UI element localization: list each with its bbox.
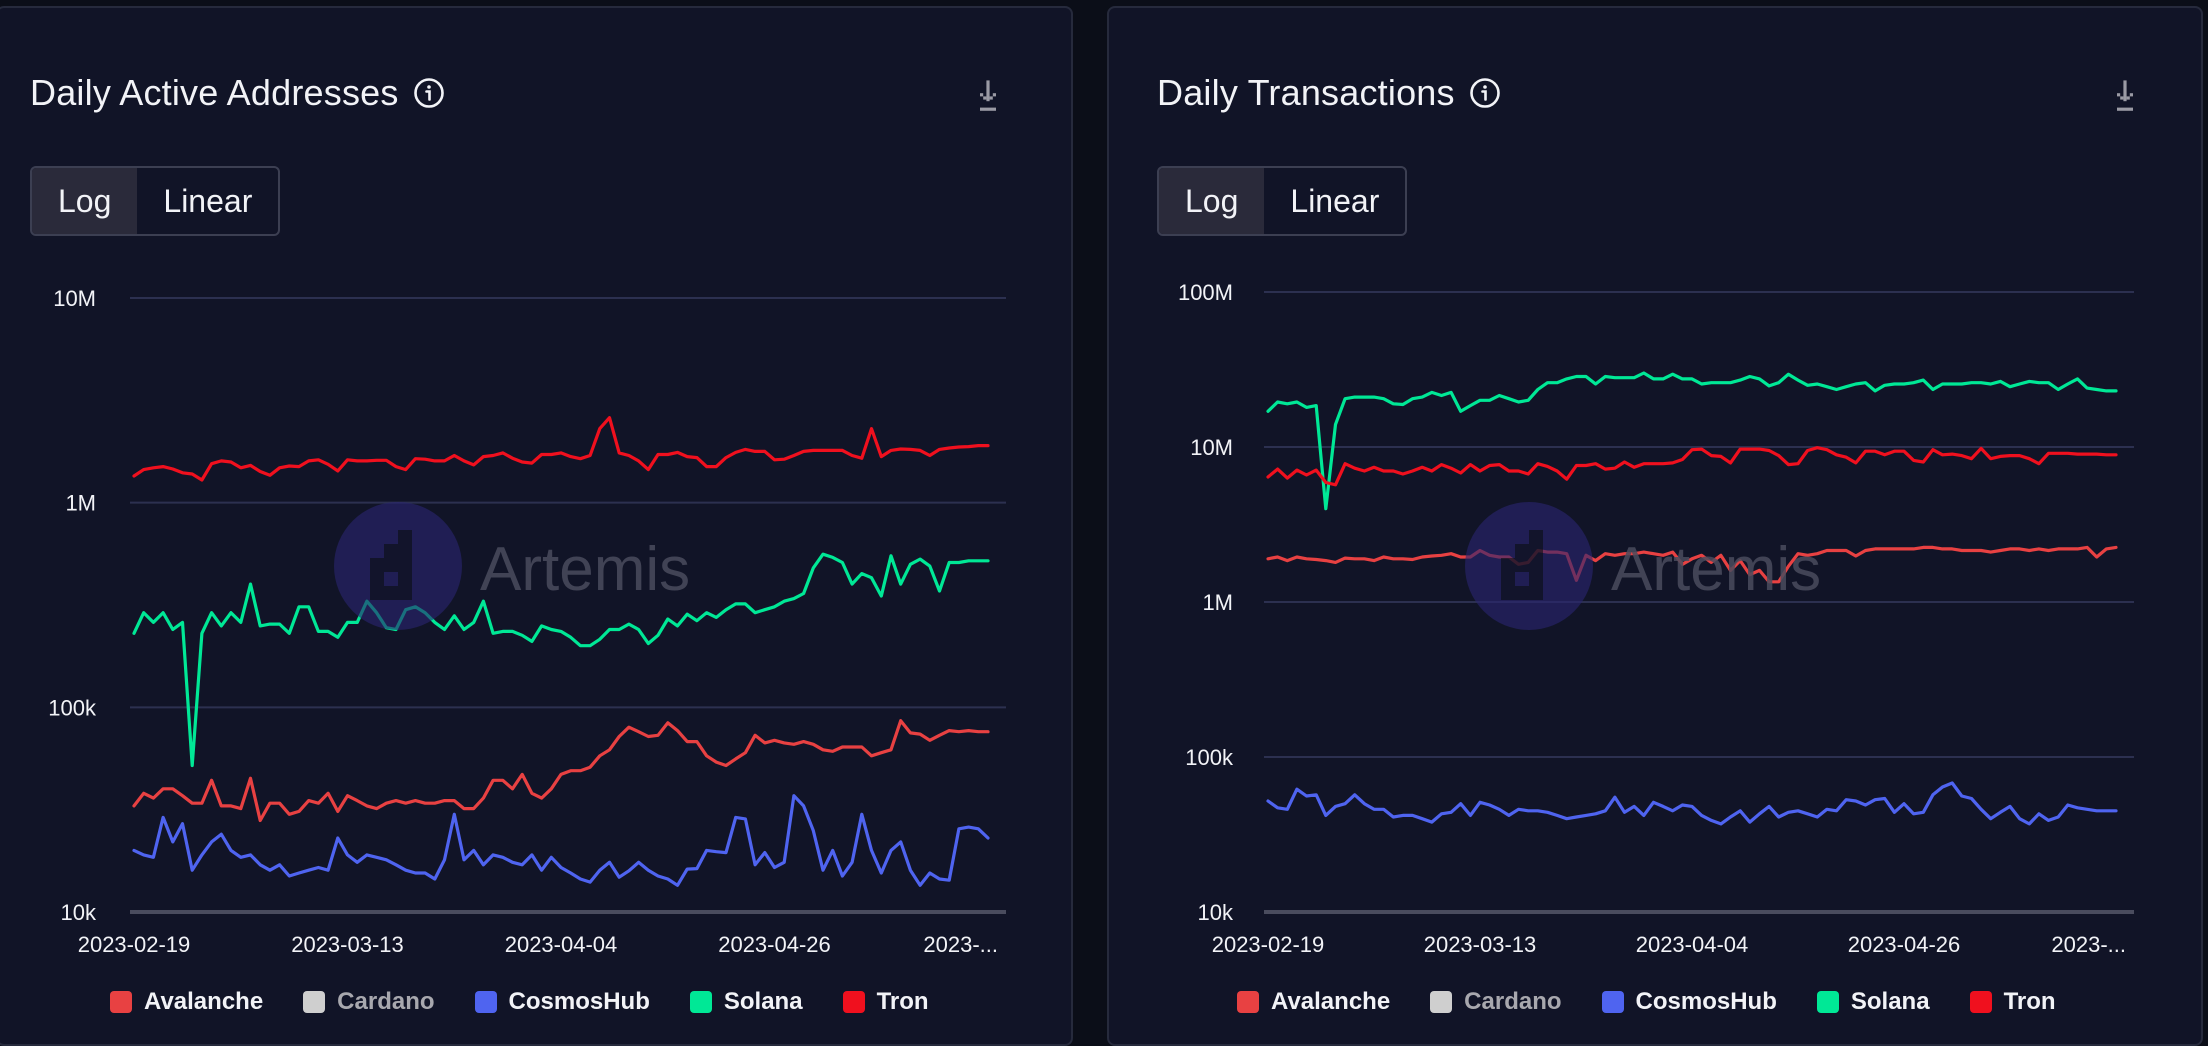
- daily-transactions-card: Daily Transactions Log Linear 10k 100k 1M 1…: [1107, 6, 2203, 1046]
- x-tick-label: 2023-04-26: [718, 932, 831, 957]
- legend: Avalanche Cardano CosmosHub Solana Tron: [110, 988, 969, 1016]
- legend: Avalanche Cardano CosmosHub Solana Tron: [1237, 988, 2096, 1016]
- legend-label: Tron: [2003, 988, 2056, 1015]
- legend-item-cardano[interactable]: Cardano: [1430, 988, 1562, 1016]
- watermark-text: Artemis: [480, 535, 690, 604]
- x-tick-label: 2023-04-26: [1848, 932, 1961, 957]
- legend-swatch: [689, 991, 712, 1013]
- legend-item-cosmoshub[interactable]: CosmosHub: [1601, 988, 1777, 1016]
- legend-label: CosmosHub: [508, 988, 650, 1015]
- series-line-tron[interactable]: [1266, 446, 2118, 487]
- legend-swatch: [1969, 991, 1992, 1013]
- x-tick-label: 2023-04-04: [1636, 932, 1749, 957]
- y-tick-label: 1M: [65, 491, 96, 516]
- transactions-chart: 10k 100k 1M 10M 100M 2023-02-19 2023-03-13 2023…: [1178, 280, 2134, 957]
- series-line-solana[interactable]: [1266, 371, 2118, 511]
- legend-item-tron[interactable]: Tron: [1969, 988, 2056, 1016]
- y-tick-label: 10k: [1198, 900, 1234, 925]
- y-tick-label: 100k: [1185, 745, 1234, 770]
- artemis-watermark: Artemis: [1465, 502, 1821, 630]
- legend-item-cardano[interactable]: Cardano: [303, 988, 435, 1016]
- artemis-watermark: Artemis: [334, 502, 690, 630]
- x-tick-label: 2023-03-13: [291, 932, 404, 957]
- daa-chart: 10k 100k 1M 10M 2023-02-19 2023-03-13 2023-04-…: [48, 286, 1006, 957]
- x-tick-label: 2023-02-19: [78, 932, 191, 957]
- y-tick-label: 10M: [53, 286, 96, 311]
- x-tick-label: 2023-04-04: [505, 932, 618, 957]
- legend-label: Solana: [723, 988, 803, 1015]
- legend-label: Avalanche: [1271, 988, 1391, 1015]
- x-tick-label: 2023-03-13: [1424, 932, 1537, 957]
- legend-item-avalanche[interactable]: Avalanche: [1237, 988, 1390, 1016]
- y-tick-label: 100M: [1178, 280, 1233, 305]
- legend-swatch: [1816, 991, 1839, 1013]
- legend-swatch: [303, 991, 326, 1013]
- legend-label: Avalanche: [144, 988, 264, 1015]
- x-tick-label: 2023-...: [923, 932, 998, 957]
- watermark-text: Artemis: [1611, 535, 1821, 604]
- series-line-tron[interactable]: [132, 416, 990, 482]
- y-tick-label: 100k: [48, 695, 97, 720]
- legend-item-cosmoshub[interactable]: CosmosHub: [474, 988, 650, 1016]
- legend-item-solana[interactable]: Solana: [1816, 988, 1930, 1016]
- legend-swatch: [110, 991, 132, 1013]
- legend-label: Tron: [876, 988, 929, 1015]
- series-line-avalanche[interactable]: [132, 719, 990, 823]
- legend-label: Solana: [1850, 988, 1930, 1015]
- y-tick-label: 10M: [1190, 435, 1233, 460]
- y-tick-label: 1M: [1202, 590, 1233, 615]
- x-tick-label: 2023-02-19: [1212, 932, 1325, 957]
- legend-item-avalanche[interactable]: Avalanche: [110, 988, 263, 1016]
- y-tick-label: 10k: [61, 900, 97, 925]
- series-line-cosmoshub[interactable]: [132, 794, 990, 887]
- legend-item-tron[interactable]: Tron: [842, 988, 929, 1016]
- legend-swatch: [1601, 991, 1624, 1013]
- legend-label: Cardano: [1464, 988, 1562, 1015]
- x-tick-label: 2023-...: [2051, 932, 2126, 957]
- legend-label: Cardano: [337, 988, 435, 1015]
- series-line-cosmoshub[interactable]: [1266, 781, 2118, 826]
- legend-swatch: [842, 991, 865, 1013]
- daily-active-addresses-card: Daily Active Addresses Log Linear 10k 100…: [0, 6, 1073, 1046]
- legend-swatch: [1237, 991, 1259, 1013]
- legend-swatch: [474, 991, 497, 1013]
- legend-item-solana[interactable]: Solana: [689, 988, 803, 1016]
- legend-swatch: [1430, 991, 1453, 1013]
- legend-label: CosmosHub: [1635, 988, 1777, 1015]
